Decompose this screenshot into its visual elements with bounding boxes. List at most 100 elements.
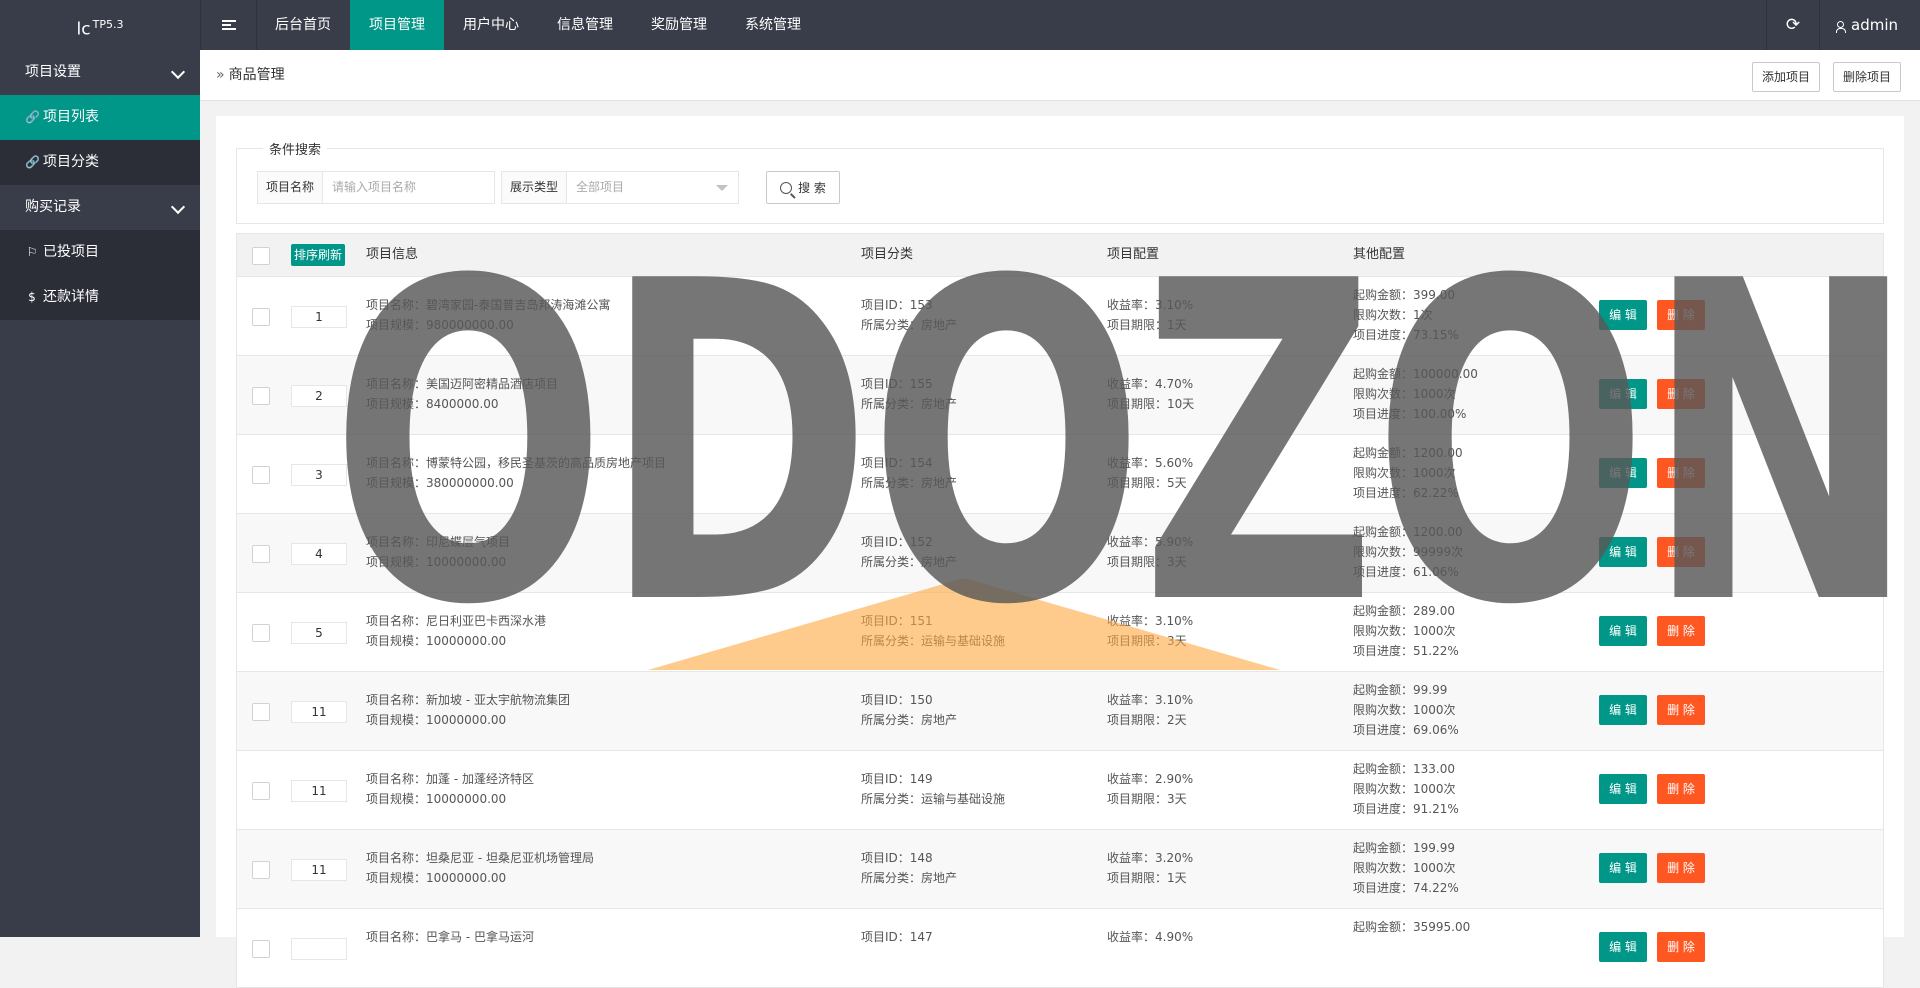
cell-limit: 限购次数：1000次 — [1353, 782, 1456, 796]
dollar-icon: $ — [28, 290, 36, 304]
select-all-checkbox[interactable] — [252, 247, 270, 265]
topnav-item[interactable]: 系统管理 — [726, 0, 820, 50]
project-info: 项目名称：坦桑尼亚 - 坦桑尼亚机场管理局 项目规模：10000000.00 — [366, 848, 594, 888]
sort-order-input[interactable]: 11 — [291, 859, 347, 881]
cell-category: 所属分类：房地产 — [861, 713, 958, 727]
cell-id: 项目ID：147 — [861, 930, 933, 944]
sidebar-item[interactable]: ⚐ 已投项目 — [0, 230, 200, 275]
project-config: 收益率：2.90% 项目期限：3天 — [1107, 769, 1193, 809]
cell-name: 项目名称：加蓬 - 加蓬经济特区 — [366, 772, 534, 786]
cell-min: 起购金额：133.00 — [1353, 762, 1455, 776]
edit-button[interactable]: 编 辑 — [1599, 774, 1647, 804]
cell-name: 项目名称：巴拿马 - 巴拿马运河 — [366, 930, 534, 944]
refresh-button[interactable]: ⟳ — [1766, 0, 1819, 50]
topnav-item[interactable]: 奖励管理 — [632, 0, 726, 50]
sort-order-input[interactable]: 11 — [291, 701, 347, 723]
cell-rate: 收益率：2.90% — [1107, 772, 1194, 786]
topnav-item[interactable]: 项目管理 — [350, 0, 444, 50]
cell-category: 所属分类：运输与基础设施 — [861, 792, 1006, 806]
cell-name: 项目名称：坦桑尼亚 - 坦桑尼亚机场管理局 — [366, 851, 594, 865]
row-checkbox[interactable] — [252, 466, 270, 484]
sidebar-group[interactable]: 项目设置 — [0, 50, 200, 95]
other-config: 起购金额：199.99 限购次数：1000次 项目进度：74.22% — [1353, 838, 1459, 898]
sidebar-item[interactable]: 🔗 项目列表 — [0, 95, 200, 140]
watermark-text: ODOZON — [330, 189, 1917, 701]
cell-rate: 收益率：4.90% — [1107, 930, 1194, 944]
cell-period: 项目期限：2天 — [1107, 713, 1187, 727]
refresh-icon: ⟳ — [1785, 15, 1801, 35]
topnav-item[interactable]: 后台首页 — [256, 0, 350, 50]
top-menu: 后台首页 项目管理 用户中心 信息管理 奖励管理 系统管理 — [256, 0, 820, 50]
cell-min: 起购金额：35995.00 — [1353, 920, 1471, 934]
search-legend: 条件搜索 — [263, 139, 328, 158]
cell-scale: 项目规模：10000000.00 — [366, 713, 507, 727]
delete-project-button[interactable]: 删除项目 — [1833, 62, 1902, 92]
sidebar-item[interactable]: $ 还款详情 — [0, 275, 200, 320]
topnav-item[interactable]: 用户中心 — [444, 0, 538, 50]
cell-period: 项目期限：3天 — [1107, 792, 1187, 806]
row-checkbox[interactable] — [252, 624, 270, 642]
topnav-item[interactable]: 信息管理 — [538, 0, 632, 50]
link-icon: 🔗 — [25, 155, 40, 169]
cell-limit: 限购次数：1000次 — [1353, 703, 1456, 717]
delete-button[interactable]: 删 除 — [1657, 774, 1705, 804]
cell-id: 项目ID：149 — [861, 772, 933, 786]
menu-icon — [221, 19, 236, 31]
other-config: 起购金额：35995.00 — [1353, 917, 1470, 937]
cell-progress: 项目进度：91.21% — [1353, 802, 1459, 816]
sidebar-group-label: 购买记录 — [25, 199, 81, 215]
breadcrumb-label: 商品管理 — [228, 67, 285, 83]
cell-scale: 项目规模：10000000.00 — [366, 871, 507, 885]
row-checkbox[interactable] — [252, 387, 270, 405]
delete-button[interactable]: 删 除 — [1657, 853, 1705, 883]
chevron-down-icon — [170, 64, 186, 80]
cell-progress: 项目进度：74.22% — [1353, 881, 1459, 895]
other-config: 起购金额：133.00 限购次数：1000次 项目进度：91.21% — [1353, 759, 1459, 819]
sidebar-group-label: 项目设置 — [25, 64, 81, 80]
double-chevron-icon: » — [216, 67, 225, 83]
cell-period: 项目期限：1天 — [1107, 871, 1187, 885]
sidebar-toggle-button[interactable] — [200, 0, 257, 50]
sidebar-group[interactable]: 购买记录 — [0, 185, 200, 230]
row-checkbox[interactable] — [252, 940, 270, 958]
row-checkbox[interactable] — [252, 782, 270, 800]
sort-order-input[interactable] — [291, 938, 347, 960]
cell-category: 所属分类：房地产 — [861, 871, 958, 885]
row-checkbox[interactable] — [252, 703, 270, 721]
app-logo[interactable]: lc TP5.3 — [0, 0, 200, 50]
link-icon: 🔗 — [25, 110, 40, 124]
edit-button[interactable]: 编 辑 — [1599, 853, 1647, 883]
table-row: 11 项目名称：加蓬 - 加蓬经济特区 项目规模：10000000.00 项目ID：1… — [237, 751, 1883, 830]
sidebar-item[interactable]: 🔗 项目分类 — [0, 140, 200, 185]
project-category: 项目ID：148 所属分类：房地产 — [861, 848, 957, 888]
add-project-button[interactable]: 添加项目 — [1752, 62, 1821, 92]
cell-id: 项目ID：148 — [861, 851, 933, 865]
user-icon — [1836, 21, 1846, 33]
row-checkbox[interactable] — [252, 308, 270, 326]
sort-order-input[interactable]: 11 — [291, 780, 347, 802]
sidebar-item-label: 已投项目 — [43, 244, 99, 260]
row-checkbox[interactable] — [252, 545, 270, 563]
table-row: 项目名称：巴拿马 - 巴拿马运河 项目ID：147 收益率：4.90% 起购金额：35… — [237, 909, 1883, 988]
row-checkbox[interactable] — [252, 861, 270, 879]
project-config: 收益率：4.90% — [1107, 927, 1193, 947]
cell-min: 起购金额：199.99 — [1353, 841, 1455, 855]
page-header: » 商品管理 添加项目 删除项目 — [200, 50, 1920, 101]
cell-limit: 限购次数：1000次 — [1353, 861, 1456, 875]
top-navbar: lc TP5.3 后台首页 项目管理 用户中心 信息管理 奖励管理 系统管理 ⟳ admin — [0, 0, 1920, 50]
cell-progress: 项目进度：69.06% — [1353, 723, 1459, 737]
breadcrumb: » 商品管理 — [216, 50, 285, 100]
project-info: 项目名称：巴拿马 - 巴拿马运河 — [366, 927, 534, 947]
sidebar-item-label: 项目分类 — [43, 154, 99, 170]
flag-icon: ⚐ — [26, 245, 38, 259]
cell-scale: 项目规模：10000000.00 — [366, 792, 507, 806]
user-menu[interactable]: admin — [1819, 0, 1920, 50]
app-version: TP5.3 — [92, 18, 124, 31]
name-search-label: 项目名称 — [258, 172, 324, 203]
chevron-down-icon — [170, 199, 186, 215]
sidebar-item-label: 还款详情 — [43, 289, 99, 305]
sidebar: 项目设置 🔗 项目列表 🔗 项目分类 购买记录 ⚐ 已投项目 $ 还款详情 — [0, 50, 200, 937]
project-category: 项目ID：147 — [861, 927, 933, 947]
project-info: 项目名称：加蓬 - 加蓬经济特区 项目规模：10000000.00 — [366, 769, 534, 809]
cell-rate: 收益率：3.20% — [1107, 851, 1194, 865]
